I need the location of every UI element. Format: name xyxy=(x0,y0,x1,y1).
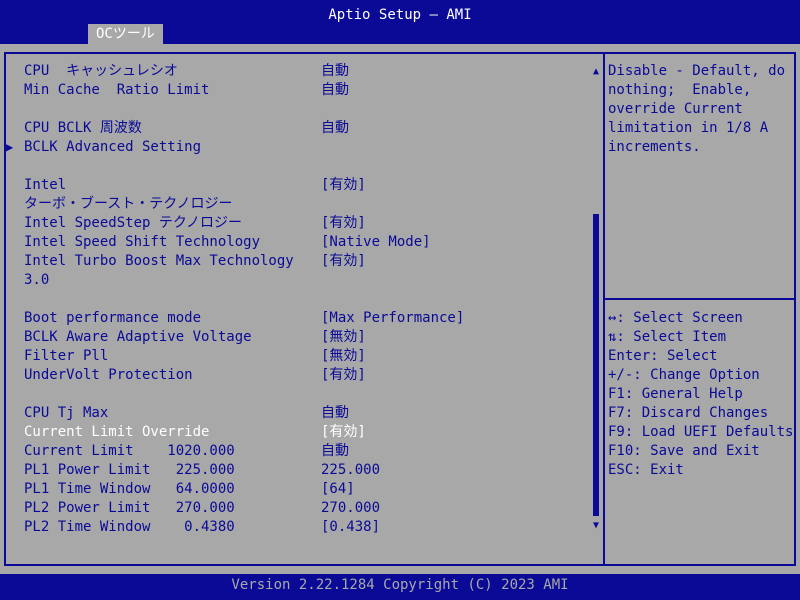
setting-value-cpu-cache-ratio[interactable]: 自動 xyxy=(321,62,349,81)
setting-label-filter-pll[interactable]: Filter Pll xyxy=(24,347,108,366)
setting-label-undervolt-protection[interactable]: UnderVolt Protection xyxy=(24,366,193,385)
setting-value-pl2-time-window[interactable]: [0.438] xyxy=(321,518,380,537)
window-title: Aptio Setup – AMI xyxy=(328,7,472,23)
key-hint-exit: ESC: Exit xyxy=(608,462,684,478)
scrollbar-thumb[interactable] xyxy=(593,214,599,516)
vertical-divider xyxy=(603,52,605,566)
help-line: limitation in 1/8 A xyxy=(608,120,769,136)
setting-label-cpu-cache-ratio[interactable]: CPU キャッシュレシオ xyxy=(24,62,178,81)
key-hint-general-help: F1: General Help xyxy=(608,386,743,402)
setting-label-bclk-advanced[interactable]: BCLK Advanced Setting xyxy=(24,138,201,157)
setting-label-cpu-bclk-freq[interactable]: CPU BCLK 周波数 xyxy=(24,119,142,138)
title-bar: Aptio Setup – AMI OCツール xyxy=(0,0,800,44)
key-hint-discard-changes: F7: Discard Changes xyxy=(608,405,769,421)
setting-value-undervolt-protection[interactable]: [有効] xyxy=(321,366,366,385)
setting-label-current-limit[interactable]: Current Limit 1020.000 xyxy=(24,442,235,461)
submenu-arrow-icon: ▶ xyxy=(6,140,14,154)
setting-label-pl2-power-limit[interactable]: PL2 Power Limit 270.000 xyxy=(24,499,235,518)
setting-label-speed-shift[interactable]: Intel Speed Shift Technology xyxy=(24,233,260,252)
scroll-down-arrow-icon[interactable]: ▼ xyxy=(591,520,601,532)
setting-value-cpu-tj-max[interactable]: 自動 xyxy=(321,404,349,423)
setting-value-speedstep[interactable]: [有効] xyxy=(321,214,366,233)
setting-label-pl1-time-window[interactable]: PL1 Time Window 64.0000 xyxy=(24,480,235,499)
setting-value-pl1-power-limit[interactable]: 225.000 xyxy=(321,461,380,480)
setting-label-bclk-adaptive-voltage[interactable]: BCLK Aware Adaptive Voltage xyxy=(24,328,252,347)
setting-label-turbo-boost-max-version[interactable]: 3.0 xyxy=(24,271,49,290)
setting-label-boot-perf-mode[interactable]: Boot performance mode xyxy=(24,309,201,328)
setting-label-pl1-power-limit[interactable]: PL1 Power Limit 225.000 xyxy=(24,461,235,480)
tab-oc-tool[interactable]: OCツール xyxy=(88,24,163,44)
setting-label-min-cache-ratio[interactable]: Min Cache Ratio Limit xyxy=(24,81,209,100)
help-line: nothing; Enable, xyxy=(608,82,752,98)
setting-label-speedstep[interactable]: Intel SpeedStep テクノロジー xyxy=(24,214,242,233)
setting-value-filter-pll[interactable]: [無効] xyxy=(321,347,366,366)
setting-value-turbo-boost-max[interactable]: [有効] xyxy=(321,252,366,271)
setting-value-current-limit[interactable]: 自動 xyxy=(321,442,349,461)
key-hint-load-defaults: F9: Load UEFI Defaults xyxy=(608,424,794,440)
setting-label-current-limit-override[interactable]: Current Limit Override xyxy=(24,423,209,442)
footer-version: Version 2.22.1284 Copyright (C) 2023 AMI xyxy=(0,574,800,600)
setting-value-pl1-time-window[interactable]: [64] xyxy=(321,480,355,499)
setting-value-bclk-adaptive-voltage[interactable]: [無効] xyxy=(321,328,366,347)
key-hint-enter-select: Enter: Select xyxy=(608,348,718,364)
key-hint-change-option: +/-: Change Option xyxy=(608,367,760,383)
setting-label-cpu-tj-max[interactable]: CPU Tj Max xyxy=(24,404,108,423)
setting-label-turbo-boost-tech[interactable]: ターボ・ブースト・テクノロジー xyxy=(24,195,232,214)
help-line: override Current xyxy=(608,101,743,117)
setting-value-cpu-bclk-freq[interactable]: 自動 xyxy=(321,119,349,138)
setting-label-intel[interactable]: Intel xyxy=(24,176,66,195)
help-line: increments. xyxy=(608,139,701,155)
key-hint-select-item: ⇅: Select Item xyxy=(608,329,727,345)
setting-value-intel-turbo[interactable]: [有効] xyxy=(321,176,366,195)
setting-label-pl2-time-window[interactable]: PL2 Time Window 0.4380 xyxy=(24,518,235,537)
help-divider xyxy=(605,298,794,300)
setting-value-pl2-power-limit[interactable]: 270.000 xyxy=(321,499,380,518)
setting-value-boot-perf-mode[interactable]: [Max Performance] xyxy=(321,309,464,328)
setting-value-speed-shift[interactable]: [Native Mode] xyxy=(321,233,431,252)
setting-value-min-cache-ratio[interactable]: 自動 xyxy=(321,81,349,100)
setting-label-turbo-boost-max[interactable]: Intel Turbo Boost Max Technology xyxy=(24,252,294,271)
scroll-up-arrow-icon[interactable]: ▲ xyxy=(591,66,601,78)
key-hint-save-exit: F10: Save and Exit xyxy=(608,443,760,459)
key-hint-select-screen: ↔: Select Screen xyxy=(608,310,743,326)
setting-value-current-limit-override[interactable]: [有効] xyxy=(321,423,366,442)
help-line: Disable - Default, do xyxy=(608,63,786,79)
